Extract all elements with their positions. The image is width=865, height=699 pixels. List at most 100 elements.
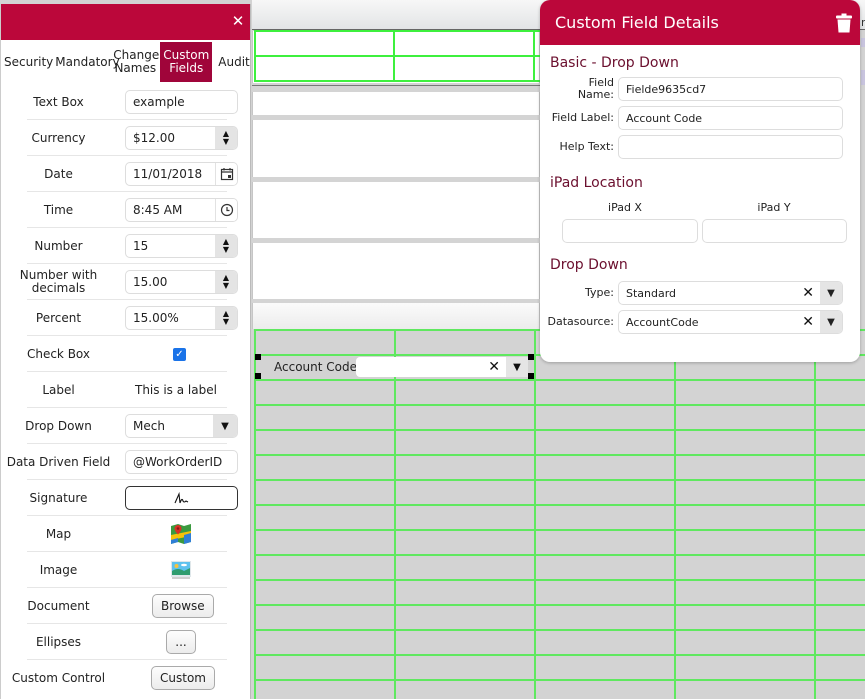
resize-handle[interactable] xyxy=(528,354,534,360)
type-row: Type: Standard ✕ ▼ xyxy=(540,281,860,305)
field-label-input[interactable]: Account Code xyxy=(618,106,843,130)
chevron-down-icon[interactable]: ▼ xyxy=(820,282,842,304)
resize-handle[interactable] xyxy=(528,373,534,379)
grid-line xyxy=(674,329,676,699)
canvas-selected-field[interactable]: Account Code ✕ ▼ xyxy=(258,355,530,379)
field-row-percent: Percent 15.00% ▲ ▼ xyxy=(1,300,250,336)
field-label: Document xyxy=(27,598,90,613)
field-label: Percent xyxy=(35,310,82,325)
canvas-section-header xyxy=(252,303,540,329)
grid-line xyxy=(254,604,865,606)
field-label: Label xyxy=(42,382,75,397)
datasource-select[interactable]: AccountCode ✕ ▼ xyxy=(618,310,843,334)
grid-line xyxy=(254,429,865,431)
canvas-table-top xyxy=(252,31,540,83)
field-row-number: Number 15 ▲ ▼ xyxy=(1,228,250,264)
grid-line xyxy=(254,55,540,57)
field-row-check-box: Check Box ✓ xyxy=(1,336,250,372)
tab-change-names[interactable]: Change Names xyxy=(112,49,159,75)
grid-line xyxy=(254,329,256,699)
percent-input[interactable]: 15.00% ▲ ▼ xyxy=(125,306,238,330)
clear-icon[interactable]: ✕ xyxy=(802,285,814,301)
spinner-icon[interactable]: ▲ ▼ xyxy=(215,127,237,149)
grid-line xyxy=(254,454,865,456)
map-icon[interactable] xyxy=(170,523,192,545)
grid-line xyxy=(254,654,865,656)
ellipses-button[interactable]: ... xyxy=(166,630,196,654)
field-row-label: Label This is a label xyxy=(1,372,250,408)
signature-button[interactable] xyxy=(125,486,238,510)
field-label: Signature xyxy=(29,490,88,505)
tab-label: Names xyxy=(114,61,157,75)
browse-button[interactable]: Browse xyxy=(152,594,214,618)
label-line: Name: xyxy=(577,88,614,101)
grid-line xyxy=(254,404,865,406)
calendar-icon[interactable] xyxy=(215,163,237,185)
image-icon[interactable] xyxy=(170,559,192,581)
number-input[interactable]: 15 ▲ ▼ xyxy=(125,234,238,258)
grid-line xyxy=(534,329,536,699)
grid-line xyxy=(394,329,396,699)
data-driven-input[interactable]: @WorkOrderID xyxy=(125,450,238,474)
spinner-icon[interactable]: ▲ ▼ xyxy=(215,235,237,257)
ipad-y-label: iPad Y xyxy=(757,201,791,214)
canvas-section xyxy=(252,182,540,238)
ipad-x-input[interactable] xyxy=(562,219,698,243)
drop-down-select[interactable]: Mech ▼ xyxy=(125,414,238,438)
field-name-input[interactable]: Fielde9635cd7 xyxy=(618,77,843,101)
clock-icon[interactable] xyxy=(215,199,237,221)
grid-line xyxy=(254,379,865,381)
clear-icon[interactable]: ✕ xyxy=(802,314,814,330)
grid-line xyxy=(254,30,256,82)
static-label-value: This is a label xyxy=(135,383,217,397)
tab-custom-fields[interactable]: Custom Fields xyxy=(160,42,213,82)
trash-icon[interactable] xyxy=(836,13,852,33)
tab-security[interactable]: Security xyxy=(3,55,54,69)
decimal-input[interactable]: 15.00 ▲ ▼ xyxy=(125,270,238,294)
chevron-down-icon[interactable]: ▼ xyxy=(213,415,237,437)
field-label: Ellipses xyxy=(35,634,82,649)
grid-line xyxy=(254,504,865,506)
spinner-icon[interactable]: ▲ ▼ xyxy=(215,271,237,293)
field-toolbox-panel: ✕ Security Mandatory Change Names Custom… xyxy=(0,4,251,699)
currency-input[interactable]: $12.00 ▲ ▼ xyxy=(125,126,238,150)
tab-mandatory[interactable]: Mandatory xyxy=(54,55,119,69)
checkbox[interactable]: ✓ xyxy=(173,347,186,361)
time-input[interactable]: 8:45 AM xyxy=(125,198,238,222)
field-label: Check Box xyxy=(26,346,91,361)
text-box-input[interactable]: example xyxy=(125,90,238,114)
field-label: Text Box xyxy=(33,94,84,109)
field-name-label: Field Name: xyxy=(540,77,618,101)
grid-line xyxy=(254,30,540,32)
date-input[interactable]: 11/01/2018 xyxy=(125,162,238,186)
clear-icon[interactable]: ✕ xyxy=(488,359,500,375)
input-value: @WorkOrderID xyxy=(133,455,223,469)
chevron-down-icon[interactable]: ▼ xyxy=(506,357,528,377)
field-label-label: Field Label: xyxy=(551,111,614,124)
ipad-y-input[interactable] xyxy=(702,219,847,243)
section-title-dropdown: Drop Down xyxy=(550,257,628,273)
help-text-row: Help Text: xyxy=(540,135,860,159)
resize-handle[interactable] xyxy=(255,354,261,360)
field-label: Time xyxy=(43,202,74,217)
type-select[interactable]: Standard ✕ ▼ xyxy=(618,281,843,305)
field-row-drop-down: Drop Down Mech ▼ xyxy=(1,408,250,444)
custom-control-button[interactable]: Custom xyxy=(151,666,215,690)
tab-label: Audit xyxy=(218,54,250,69)
field-row-ellipses: Ellipses ... xyxy=(1,624,250,660)
close-icon[interactable]: ✕ xyxy=(230,13,246,29)
grid-line xyxy=(254,529,865,531)
tab-audit[interactable]: Audit xyxy=(217,54,250,69)
field-row-document: Document Browse xyxy=(1,588,250,624)
canvas-field-input[interactable]: ✕ xyxy=(356,357,506,377)
chevron-down-icon[interactable]: ▼ xyxy=(820,311,842,333)
resize-handle[interactable] xyxy=(255,373,261,379)
field-row-map: Map xyxy=(1,516,250,552)
datasource-label: Datasource: xyxy=(547,315,615,328)
canvas-field-label: Account Code xyxy=(274,360,357,374)
ipad-headings: iPad X iPad Y xyxy=(555,201,860,214)
spinner-icon[interactable]: ▲ ▼ xyxy=(215,307,237,329)
grid-line xyxy=(393,30,395,82)
tab-label: Mandatory xyxy=(55,54,120,69)
help-text-input[interactable] xyxy=(618,135,843,159)
